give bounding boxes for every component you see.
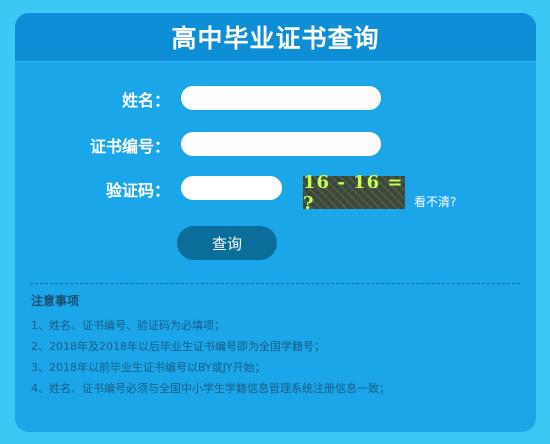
panel-header: 高中毕业证书查询 [15, 13, 536, 62]
cert-number-label: 证书编号： [89, 137, 170, 156]
notes-title: 注意事项 [31, 294, 80, 308]
name-label: 姓名： [121, 91, 170, 110]
query-panel: 高中毕业证书查询 姓名： 证书编号： 验证码： 16 - 16 = ? 看不清?… [15, 13, 536, 432]
refresh-captcha-link[interactable]: 看不清? [414, 193, 456, 210]
divider [30, 283, 520, 284]
note-item: 4、姓名、证书编号必须与全国中小学生学籍信息管理系统注册信息一致； [31, 382, 390, 395]
captcha-image[interactable]: 16 - 16 = ? [303, 172, 405, 214]
page-title: 高中毕业证书查询 [171, 24, 380, 53]
query-button[interactable]: 查询 [177, 226, 277, 260]
note-item: 1、姓名、证书编号、验证码为必填项； [31, 319, 225, 332]
note-item: 3、2018年以前毕业生证书编号以BY或JY开始； [31, 361, 266, 374]
notes-section: 注意事项 1、姓名、证书编号、验证码为必填项； 2、2018年及2018年以后毕… [31, 292, 526, 399]
name-field[interactable] [181, 86, 381, 110]
captcha-field[interactable] [181, 176, 282, 200]
note-item: 2、2018年及2018年以后毕业生证书编号即为全国学籍号； [31, 340, 325, 353]
cert-number-field[interactable] [181, 132, 381, 156]
captcha-label: 验证码： [105, 181, 170, 200]
